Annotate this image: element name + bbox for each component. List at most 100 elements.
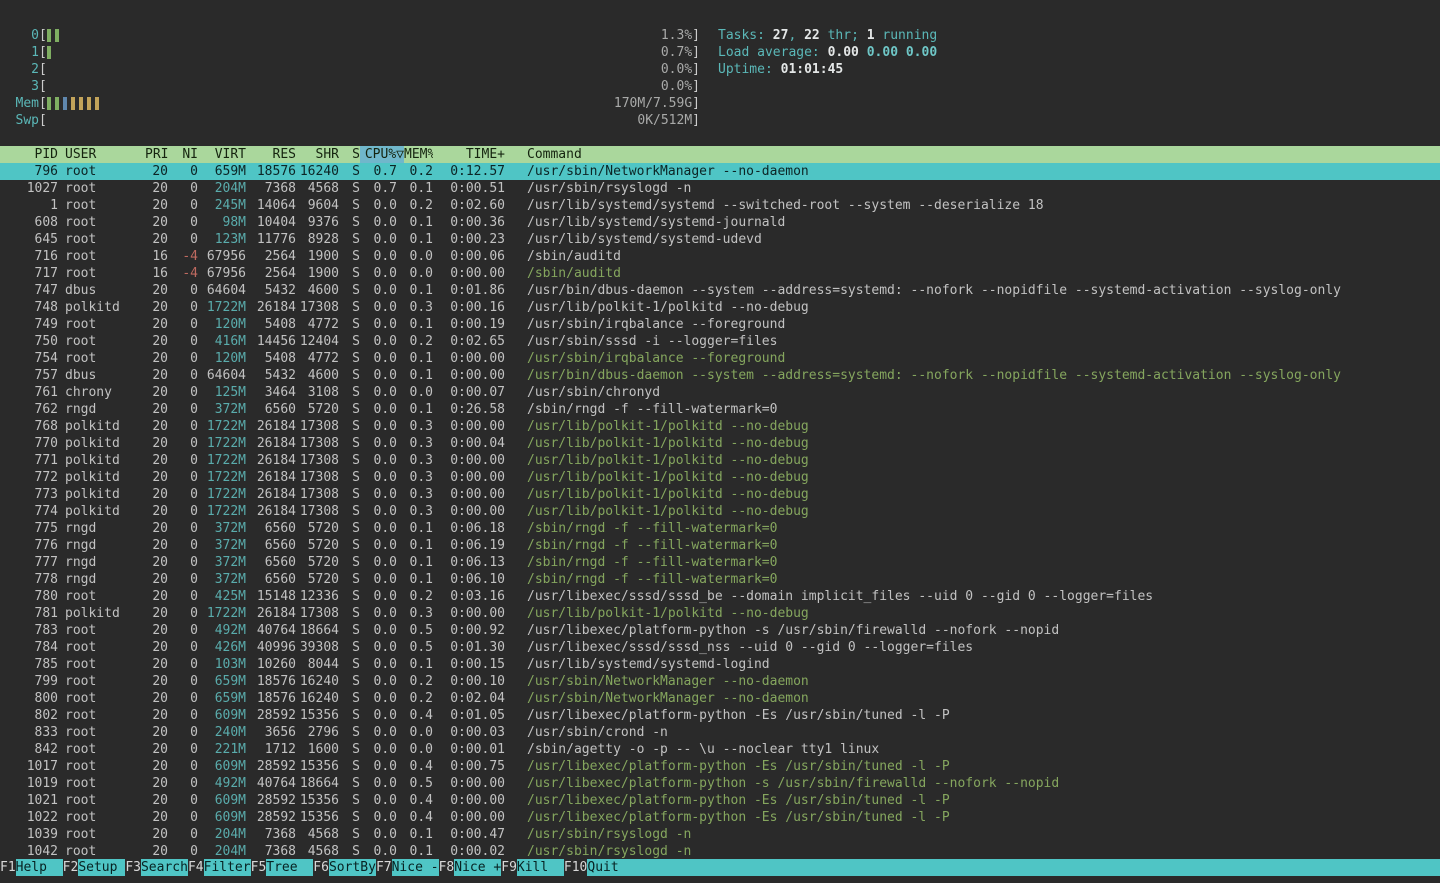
cell-res: 28592 <box>246 758 296 775</box>
process-row[interactable]: 1019root200492M4076418664S0.00.50:00.00/… <box>0 775 1440 792</box>
process-row[interactable]: 774polkitd2001722M2618417308S0.00.30:00.… <box>0 503 1440 520</box>
summary-area: 0[1.3%]1[0.7%]2[0.0%]3[0.0%]Mem[170M/7.5… <box>0 0 1440 146</box>
cell-ni: -4 <box>168 248 198 265</box>
cell-pri: 20 <box>145 384 168 401</box>
process-row[interactable]: 833root200240M36562796S0.00.00:00.03/usr… <box>0 724 1440 741</box>
process-row[interactable]: 776rngd200372M65605720S0.00.10:06.19/sbi… <box>0 537 1440 554</box>
cell-res: 14064 <box>246 197 296 214</box>
process-table: 796root200659M1857616240S0.70.20:12.57/u… <box>0 163 1440 860</box>
process-row[interactable]: 1021root200609M2859215356S0.00.40:00.00/… <box>0 792 1440 809</box>
column-header-time[interactable]: TIME+ <box>433 146 505 163</box>
cell-pid: 771 <box>0 452 58 469</box>
process-row[interactable]: 777rngd200372M65605720S0.00.10:06.13/sbi… <box>0 554 1440 571</box>
process-row[interactable]: 768polkitd2001722M2618417308S0.00.30:00.… <box>0 418 1440 435</box>
cell-pri: 20 <box>145 401 168 418</box>
cell-shr: 18664 <box>296 775 339 792</box>
cell-ni: 0 <box>168 843 198 860</box>
process-row[interactable]: 645root200123M117768928S0.00.10:00.23/us… <box>0 231 1440 248</box>
cell-time: 0:26.58 <box>433 401 505 418</box>
fn-tree[interactable]: F5Tree <box>251 859 314 876</box>
process-row[interactable]: 748polkitd2001722M2618417308S0.00.30:00.… <box>0 299 1440 316</box>
cell-time: 0:00.00 <box>433 452 505 469</box>
fn-nice[interactable]: F8Nice + <box>439 859 502 876</box>
column-header-cpu[interactable]: CPU%▽ <box>360 146 404 163</box>
column-header-pid[interactable]: PID <box>0 146 58 163</box>
column-header-pri[interactable]: PRI <box>145 146 168 163</box>
column-header-virt[interactable]: VIRT <box>198 146 246 163</box>
process-row[interactable]: 757dbus2006460454324600S0.00.10:00.00/us… <box>0 367 1440 384</box>
cell-mem: 0.5 <box>404 622 433 639</box>
fn-nice[interactable]: F7Nice - <box>376 859 439 876</box>
process-row[interactable]: 747dbus2006460454324600S0.00.10:01.86/us… <box>0 282 1440 299</box>
cell-pri: 20 <box>145 690 168 707</box>
process-row[interactable]: 1root200245M140649604S0.00.20:02.60/usr/… <box>0 197 1440 214</box>
cell-time: 0:00.10 <box>433 673 505 690</box>
cell-pid: 800 <box>0 690 58 707</box>
process-row[interactable]: 717root16-46795625641900S0.00.00:00.00/s… <box>0 265 1440 282</box>
cell-user: polkitd <box>58 469 145 486</box>
cell-mem: 0.3 <box>404 418 433 435</box>
process-row[interactable]: 800root200659M1857616240S0.00.20:02.04/u… <box>0 690 1440 707</box>
cell-time: 0:00.47 <box>433 826 505 843</box>
cell-pid: 784 <box>0 639 58 656</box>
process-row[interactable]: 1022root200609M2859215356S0.00.40:00.00/… <box>0 809 1440 826</box>
cell-user: root <box>58 163 145 180</box>
cell-mem: 0.1 <box>404 554 433 571</box>
fn-quit[interactable]: F10Quit <box>564 859 1440 876</box>
column-header-s[interactable]: S <box>339 146 360 163</box>
process-row[interactable]: 775rngd200372M65605720S0.00.10:06.18/sbi… <box>0 520 1440 537</box>
meter-tick <box>95 97 99 110</box>
cell-cpu: 0.0 <box>360 248 404 265</box>
process-row[interactable]: 772polkitd2001722M2618417308S0.00.30:00.… <box>0 469 1440 486</box>
column-header-shr[interactable]: SHR <box>296 146 339 163</box>
process-row[interactable]: 1039root200204M73684568S0.00.10:00.47/us… <box>0 826 1440 843</box>
cell-command: /usr/sbin/irqbalance --foreground <box>505 350 1440 367</box>
process-row[interactable]: 783root200492M4076418664S0.00.50:00.92/u… <box>0 622 1440 639</box>
process-row[interactable]: 761chrony200125M34643108S0.00.00:00.07/u… <box>0 384 1440 401</box>
process-row[interactable]: 842root200221M17121600S0.00.00:00.01/sbi… <box>0 741 1440 758</box>
process-row[interactable]: 1042root200204M73684568S0.00.10:00.02/us… <box>0 843 1440 860</box>
process-row[interactable]: 784root200426M4099639308S0.00.50:01.30/u… <box>0 639 1440 656</box>
column-header-user[interactable]: USER <box>58 146 145 163</box>
process-row[interactable]: 1017root200609M2859215356S0.00.40:00.75/… <box>0 758 1440 775</box>
column-header-mem[interactable]: MEM% <box>404 146 433 163</box>
process-row[interactable]: 749root200120M54084772S0.00.10:00.19/usr… <box>0 316 1440 333</box>
cell-pid: 775 <box>0 520 58 537</box>
fn-search[interactable]: F3Search <box>125 859 188 876</box>
process-row[interactable]: 716root16-46795625641900S0.00.00:00.06/s… <box>0 248 1440 265</box>
cell-pri: 20 <box>145 775 168 792</box>
cell-user: root <box>58 214 145 231</box>
cell-state: S <box>339 231 360 248</box>
process-row[interactable]: 802root200609M2859215356S0.00.40:01.05/u… <box>0 707 1440 724</box>
fn-kill[interactable]: F9Kill <box>501 859 564 876</box>
process-row[interactable]: 750root200416M1445612404S0.00.20:02.65/u… <box>0 333 1440 350</box>
fn-help[interactable]: F1Help <box>0 859 63 876</box>
process-row[interactable]: 770polkitd2001722M2618417308S0.00.30:00.… <box>0 435 1440 452</box>
column-header-ni[interactable]: NI <box>168 146 198 163</box>
fn-key-label: F7 <box>376 859 392 876</box>
process-row[interactable]: 771polkitd2001722M2618417308S0.00.30:00.… <box>0 452 1440 469</box>
process-row[interactable]: 778rngd200372M65605720S0.00.10:06.10/sbi… <box>0 571 1440 588</box>
process-row[interactable]: 781polkitd2001722M2618417308S0.00.30:00.… <box>0 605 1440 622</box>
column-header-res[interactable]: RES <box>246 146 296 163</box>
process-row[interactable]: 773polkitd2001722M2618417308S0.00.30:00.… <box>0 486 1440 503</box>
tasks-line: Tasks: 27, 22 thr; 1 running <box>718 27 937 44</box>
process-row[interactable]: 780root200425M1514812336S0.00.20:03.16/u… <box>0 588 1440 605</box>
process-row[interactable]: 608root20098M104049376S0.00.10:00.36/usr… <box>0 214 1440 231</box>
cell-shr: 9376 <box>296 214 339 231</box>
cell-ni: 0 <box>168 792 198 809</box>
process-row[interactable]: 754root200120M54084772S0.00.10:00.00/usr… <box>0 350 1440 367</box>
process-row[interactable]: 1027root200204M73684568S0.70.10:00.51/us… <box>0 180 1440 197</box>
cell-state: S <box>339 537 360 554</box>
cell-pri: 20 <box>145 163 168 180</box>
meter-open-bracket: [ <box>39 112 47 129</box>
process-row[interactable]: 785root200103M102608044S0.00.10:00.15/us… <box>0 656 1440 673</box>
fn-filter[interactable]: F4Filter <box>188 859 251 876</box>
fn-sortby[interactable]: F6SortBy <box>313 859 376 876</box>
cell-cpu: 0.0 <box>360 707 404 724</box>
process-row[interactable]: 796root200659M1857616240S0.70.20:12.57/u… <box>0 163 1440 180</box>
process-row[interactable]: 799root200659M1857616240S0.00.20:00.10/u… <box>0 673 1440 690</box>
column-header-command[interactable]: Command <box>505 146 1440 163</box>
process-row[interactable]: 762rngd200372M65605720S0.00.10:26.58/sbi… <box>0 401 1440 418</box>
fn-setup[interactable]: F2Setup <box>63 859 126 876</box>
